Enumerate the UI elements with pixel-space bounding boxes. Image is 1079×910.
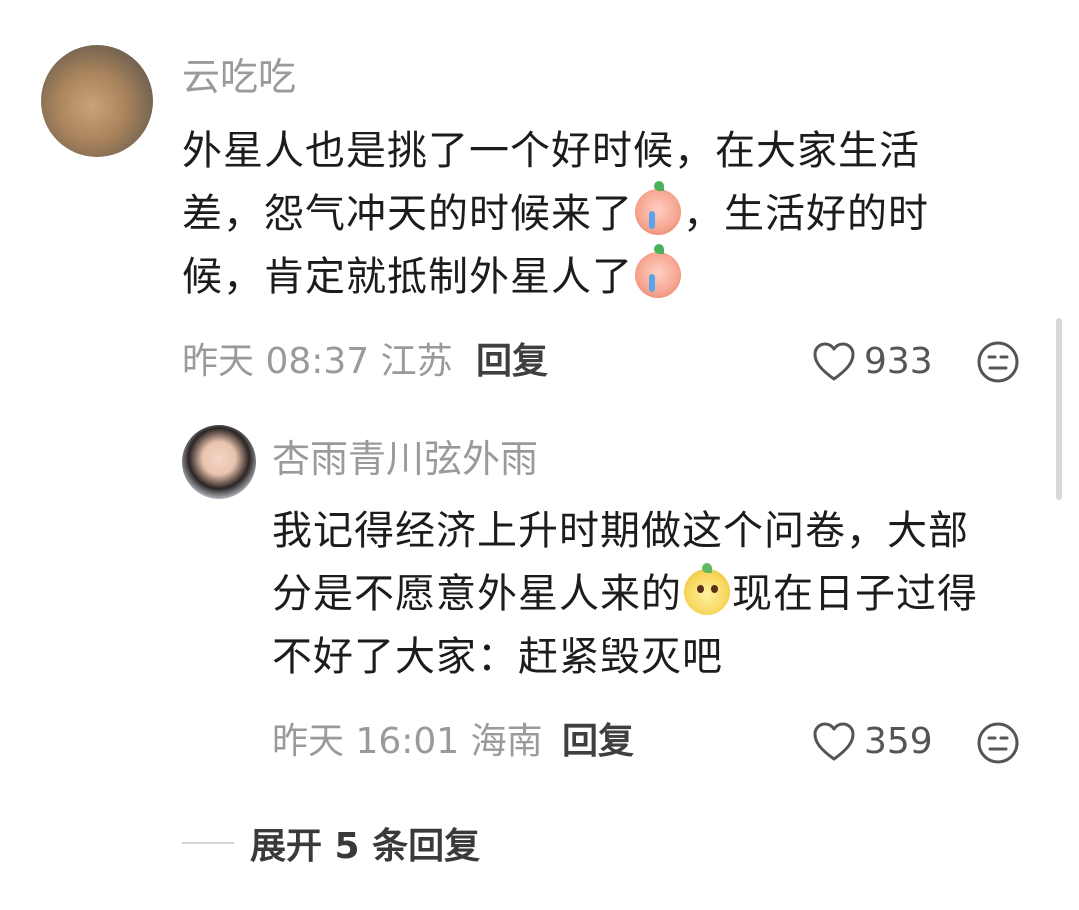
heart-outline-icon — [813, 722, 855, 761]
reply-user-avatar[interactable] — [182, 425, 256, 499]
reply-time-location: 昨天 16:01 海南 — [272, 721, 543, 762]
comment-line-3: 候，肯定就抵制外星人了 — [182, 244, 929, 309]
reply-line-1: 我记得经济上升时期做这个问卷，大部 — [272, 508, 969, 554]
like-count: 933 — [864, 341, 933, 382]
unhappy-face-icon[interactable] — [976, 340, 1020, 384]
puppy-face-emoji-icon — [684, 563, 730, 615]
reply-body: 我记得经济上升时期做这个问卷，大部 分是不愿意外星人来的 现在日子过得 不好了大家… — [272, 500, 978, 689]
expand-replies-button[interactable]: 展开 5 条回复 — [182, 817, 480, 869]
comment-body: 外星人也是挑了一个好时候，在大家生活 差，怨气冲天的时候来了 ，生活好的时 候，肯… — [182, 120, 929, 309]
expand-replies-label: 展开 5 条回复 — [250, 826, 481, 867]
comment-text: 差，怨气冲天的时候来了 — [182, 191, 633, 237]
heart-outline-icon — [813, 342, 855, 381]
scrollbar[interactable] — [1056, 318, 1062, 500]
like-button[interactable]: 933 — [812, 340, 933, 384]
reply-line-3: 不好了大家：赶紧毁灭吧 — [272, 634, 723, 680]
crying-face-emoji-icon — [635, 181, 681, 235]
user-avatar[interactable] — [41, 45, 153, 157]
reply-text: 现在日子过得 — [732, 571, 978, 617]
reply-username[interactable]: 杏雨青川弦外雨 — [272, 436, 538, 482]
reply-text: 分是不愿意外星人来的 — [272, 571, 682, 617]
reply-button[interactable]: 回复 — [476, 340, 548, 384]
comment-line-2: 差，怨气冲天的时候来了 ，生活好的时 — [182, 181, 929, 246]
divider — [182, 842, 234, 844]
comment-line-1: 外星人也是挑了一个好时候，在大家生活 — [182, 128, 920, 174]
crying-face-emoji-icon — [635, 244, 681, 298]
reply-button[interactable]: 回复 — [562, 720, 634, 764]
reply-like-count: 359 — [864, 721, 933, 762]
comment-time-location: 昨天 08:37 江苏 — [182, 341, 453, 382]
reply-line-2: 分是不愿意外星人来的 现在日子过得 — [272, 563, 978, 626]
reply-like-button[interactable]: 359 — [812, 720, 933, 764]
comment-username[interactable]: 云吃吃 — [182, 54, 296, 100]
unhappy-face-icon[interactable] — [976, 721, 1020, 765]
comment-text: ，生活好的时 — [683, 191, 929, 237]
comment-text: 候，肯定就抵制外星人了 — [182, 254, 633, 300]
